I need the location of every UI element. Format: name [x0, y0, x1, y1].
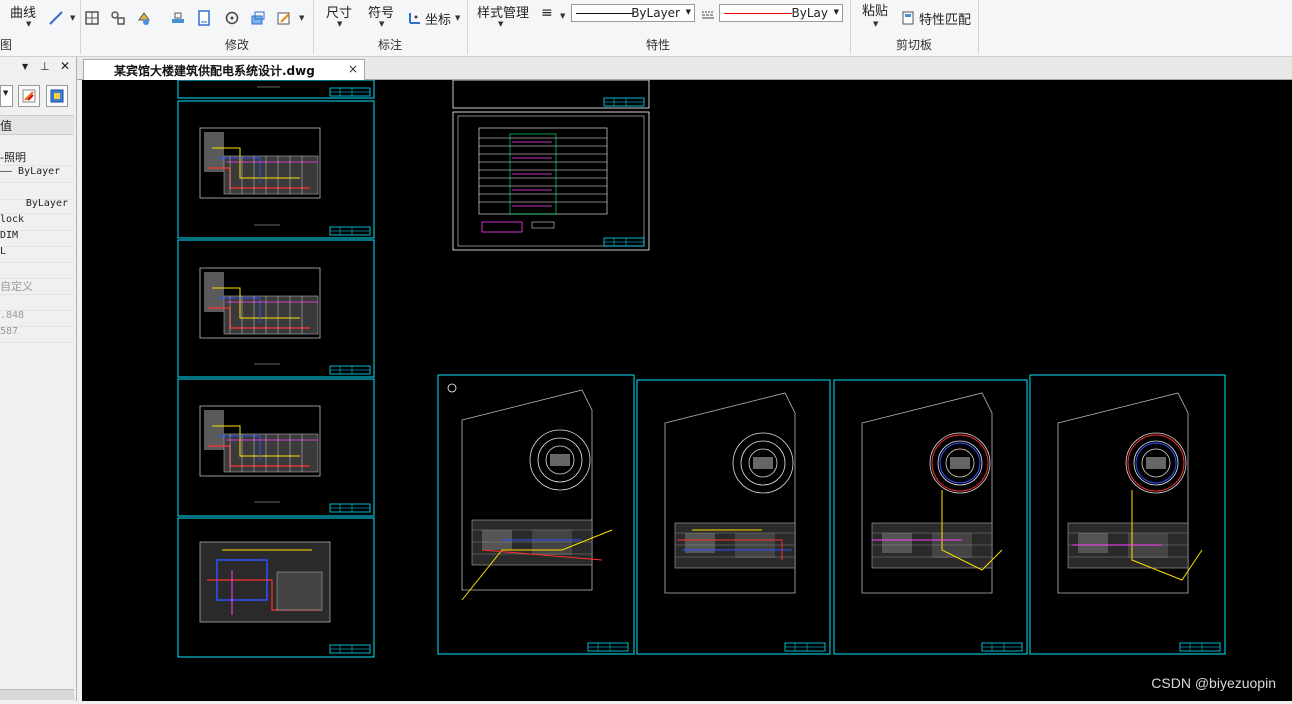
edit-dropdown-arrow[interactable]: ▼	[299, 14, 304, 22]
panel-menu-arrow-icon[interactable]: ▼	[22, 62, 28, 71]
modify-group-label: 修改	[225, 38, 250, 52]
quick-select-icon	[50, 89, 64, 103]
properties-panel: ▼ ⊥ ✕ ▼ 值 -照明 —— ByLayer ByLayer lock DI…	[0, 57, 77, 701]
pin-icon[interactable]: ⊥	[40, 60, 50, 73]
style-manager-dropdown-arrow[interactable]: ▼	[498, 20, 503, 28]
sheet-floor-plan-2	[177, 239, 375, 378]
pickadd-icon	[22, 89, 36, 103]
sheet-top-partial	[177, 79, 375, 99]
annotation-group-label: 标注	[378, 38, 403, 52]
sheet-system-partial	[452, 79, 650, 109]
sheet-floor-plan-3	[177, 378, 375, 517]
panel-scrollbar[interactable]	[0, 689, 74, 700]
sheet-floor-plan-4	[177, 517, 375, 658]
linetype-value: ByLayer	[631, 6, 680, 20]
document-tab-title: 某宾馆大楼建筑供配电系统设计.dwg	[114, 64, 315, 78]
draw-group-label: 图	[0, 38, 13, 52]
curve-dropdown-arrow[interactable]: ▼	[26, 20, 31, 28]
property-dimstyle-value[interactable]: DIM	[0, 230, 74, 247]
sheet-floor-plan-1	[177, 100, 375, 239]
sheet-site-plan-1	[437, 374, 635, 655]
property-lineweight-value[interactable]: ByLayer	[0, 198, 74, 214]
symbol-button[interactable]: 符号	[368, 2, 394, 21]
object-type-select[interactable]: ▼	[0, 85, 13, 107]
curve-button[interactable]: 曲线	[10, 2, 36, 21]
sheet-site-plan-2	[636, 379, 831, 655]
sheet-system-diagram	[452, 111, 650, 251]
drawing-canvas[interactable]: CSDN @biyezuopin	[82, 79, 1292, 701]
document-icon[interactable]	[196, 10, 212, 26]
edit-icon[interactable]	[276, 10, 292, 26]
sheet-site-plan-4	[1029, 374, 1226, 655]
coordinate-dropdown-arrow[interactable]: ▼	[455, 14, 460, 22]
property-x-value[interactable]: .848	[0, 310, 74, 327]
line-tool-dropdown-arrow[interactable]: ▼	[70, 14, 75, 22]
fill-icon[interactable]	[136, 10, 152, 26]
coordinate-button[interactable]: 坐标	[425, 9, 451, 28]
dimension-button[interactable]: 尺寸	[326, 2, 352, 21]
watermark: CSDN @biyezuopin	[1151, 675, 1276, 691]
panel-close-icon[interactable]: ✕	[60, 59, 70, 73]
color-value: ByLay	[791, 6, 828, 20]
property-text-value[interactable]: L	[0, 246, 74, 263]
dimension-dropdown-arrow[interactable]: ▼	[337, 20, 342, 28]
rotate-icon[interactable]	[224, 10, 240, 26]
property-linetype-value[interactable]: —— ByLayer	[0, 166, 74, 183]
style-manager-button[interactable]: 样式管理	[477, 2, 529, 21]
coordinate-icon[interactable]	[407, 10, 423, 26]
ribbon: 曲线 ▼ ▼ 图 ▼ 修改 尺寸 ▼ 符号 ▼ 坐标 ▼ 标注 样式管理 ▼ ≡…	[0, 0, 1292, 57]
paste-button[interactable]: 粘贴	[862, 0, 888, 19]
lineweight-icon[interactable]: ≡	[541, 5, 553, 21]
document-tab[interactable]: 某宾馆大楼建筑供配电系统设计.dwg ×	[83, 59, 365, 80]
linetype-select[interactable]: ByLayer ▼	[571, 4, 695, 22]
color-dropdown-arrow: ▼	[833, 8, 839, 16]
color-select[interactable]: ByLay ▼	[719, 4, 843, 22]
close-tab-icon[interactable]: ×	[348, 62, 358, 76]
clipboard-group-label: 剪切板	[896, 38, 933, 52]
property-empty-row[interactable]	[0, 294, 74, 311]
paste-dropdown-arrow[interactable]: ▼	[873, 20, 878, 28]
property-empty-row[interactable]	[0, 262, 74, 279]
match-properties-icon[interactable]	[901, 10, 917, 26]
shapes-icon[interactable]	[110, 10, 126, 26]
layers-icon[interactable]	[250, 10, 266, 26]
symbol-dropdown-arrow[interactable]: ▼	[379, 20, 384, 28]
property-y-value[interactable]: 587	[0, 326, 74, 343]
match-properties-button[interactable]: 特性匹配	[919, 9, 971, 28]
lineweight-dropdown-arrow[interactable]: ▼	[560, 12, 565, 20]
drawing-sheets	[177, 79, 1226, 658]
toggle-pickadd-button[interactable]	[18, 85, 40, 107]
properties-group-label: 特性	[646, 38, 671, 52]
quick-select-button[interactable]	[46, 85, 68, 107]
property-layer-value[interactable]: -照明	[0, 149, 74, 166]
document-tab-bar: 某宾馆大楼建筑供配电系统设计.dwg ×	[77, 57, 1292, 80]
align-icon[interactable]	[170, 10, 186, 26]
line-tool-icon[interactable]	[48, 10, 64, 26]
linetype-dropdown-arrow: ▼	[685, 8, 691, 16]
property-plotstyle-value[interactable]: lock	[0, 214, 74, 231]
property-custom-value[interactable]: 自定义	[0, 278, 74, 295]
sheet-site-plan-3	[833, 379, 1028, 655]
linetype-pattern-icon[interactable]	[700, 7, 716, 23]
grid-icon[interactable]	[84, 10, 100, 26]
value-column-header: 值	[0, 115, 74, 135]
